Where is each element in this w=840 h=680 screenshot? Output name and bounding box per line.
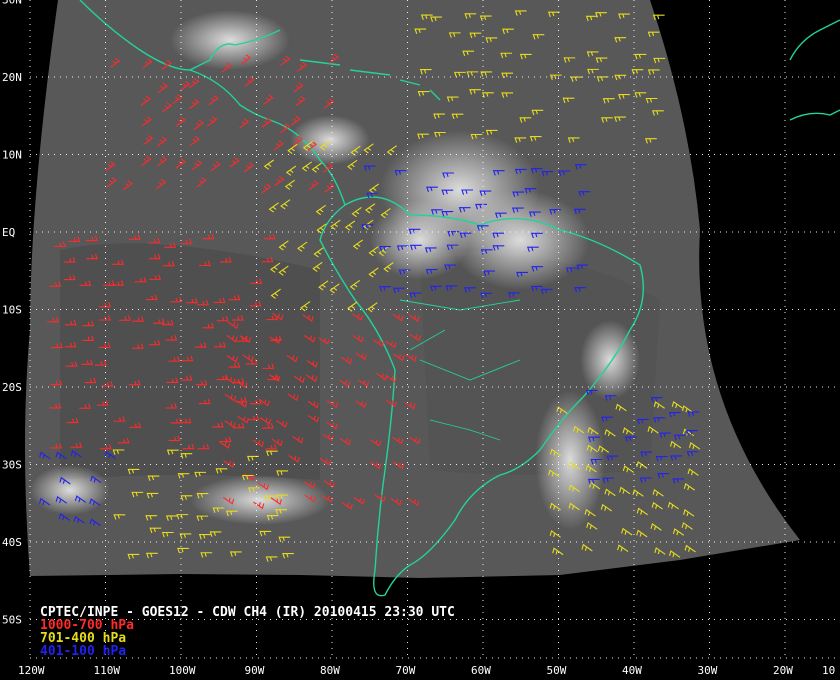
longitude-label: 110W <box>94 664 121 677</box>
legend-high-level: 401-100 hPa <box>40 644 126 659</box>
longitude-label: 90W <box>245 664 265 677</box>
longitude-label: 80W <box>320 664 340 677</box>
latitude-label: 40S <box>2 536 22 549</box>
latitude-label: 30N <box>2 0 22 7</box>
latitude-label: EQ <box>2 226 15 239</box>
longitude-label: 70W <box>396 664 416 677</box>
longitude-label: 10 <box>822 664 835 677</box>
latitude-label: 20N <box>2 71 22 84</box>
longitude-label: 50W <box>547 664 567 677</box>
latitude-label: 20S <box>2 381 22 394</box>
latitude-label: 50S <box>2 614 22 627</box>
satellite-wind-map: 30N 20N 10N EQ 10S 20S 30S 40S 50S 120W 110W 100W 9… <box>0 0 840 680</box>
longitude-label: 100W <box>169 664 196 677</box>
latitude-label: 10N <box>2 149 22 162</box>
longitude-label: 20W <box>773 664 793 677</box>
longitude-label: 120W <box>18 664 45 677</box>
latitude-label: 10S <box>2 304 22 317</box>
longitude-label: 60W <box>471 664 491 677</box>
longitude-label: 30W <box>698 664 718 677</box>
longitude-label: 40W <box>622 664 642 677</box>
latitude-label: 30S <box>2 459 22 472</box>
